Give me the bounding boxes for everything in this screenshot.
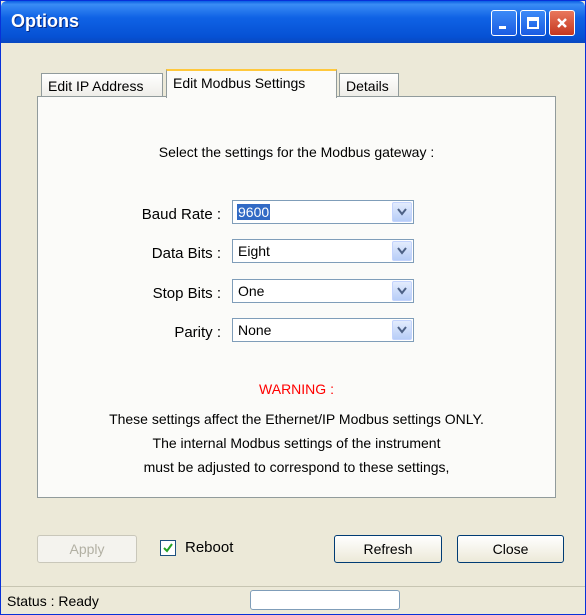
- close-window-button[interactable]: [549, 10, 575, 36]
- status-bar: Status : Ready: [1, 586, 585, 614]
- baud-rate-select[interactable]: 9600: [232, 200, 414, 224]
- chevron-down-icon: [397, 247, 407, 255]
- apply-button[interactable]: Apply: [37, 535, 137, 563]
- warning-heading: WARNING :: [259, 381, 334, 397]
- data-bits-label: Data Bits :: [151, 245, 221, 262]
- status-field: [250, 590, 400, 610]
- maximize-icon: [527, 17, 539, 29]
- reboot-label[interactable]: Reboot: [185, 539, 233, 556]
- warning-note-line-2: The internal Modbus settings of the inst…: [152, 435, 441, 451]
- reboot-checkbox[interactable]: [160, 540, 176, 556]
- tab-edit-modbus-settings[interactable]: Edit Modbus Settings: [166, 69, 337, 98]
- checkmark-icon: [163, 543, 173, 553]
- parity-value: None: [238, 322, 272, 338]
- baud-rate-dropdown-button[interactable]: [392, 202, 412, 222]
- data-bits-value: Eight: [238, 243, 270, 259]
- stop-bits-label: Stop Bits :: [152, 285, 221, 302]
- parity-dropdown-button[interactable]: [392, 320, 412, 340]
- data-bits-select[interactable]: Eight: [232, 239, 414, 263]
- chevron-down-icon: [397, 326, 407, 334]
- warning-note-line-3: must be adjusted to correspond to these …: [143, 459, 450, 475]
- refresh-button[interactable]: Refresh: [334, 535, 442, 563]
- data-bits-dropdown-button[interactable]: [392, 241, 412, 261]
- maximize-button[interactable]: [520, 10, 546, 36]
- baud-rate-value: 9600: [237, 204, 271, 220]
- chevron-down-icon: [397, 287, 407, 295]
- intro-text: Select the settings for the Modbus gatew…: [158, 144, 435, 160]
- stop-bits-value: One: [238, 283, 265, 299]
- close-button[interactable]: Close: [457, 535, 564, 563]
- stop-bits-dropdown-button[interactable]: [392, 281, 412, 301]
- baud-rate-label: Baud Rate :: [141, 206, 221, 223]
- close-icon: [557, 18, 567, 28]
- chevron-down-icon: [397, 208, 407, 216]
- minimize-icon: [499, 26, 506, 29]
- minimize-button[interactable]: [491, 10, 517, 36]
- stop-bits-select[interactable]: One: [232, 279, 414, 303]
- warning-note-line-1: These settings affect the Ethernet/IP Mo…: [109, 411, 484, 427]
- window-title: Options: [11, 11, 79, 31]
- title-bar[interactable]: Options: [1, 1, 585, 43]
- options-window: Options Edit IP Address Edit Modbus Sett…: [0, 0, 586, 615]
- parity-label: Parity :: [174, 324, 221, 341]
- status-text: Status : Ready: [7, 593, 99, 609]
- parity-select[interactable]: None: [232, 318, 414, 342]
